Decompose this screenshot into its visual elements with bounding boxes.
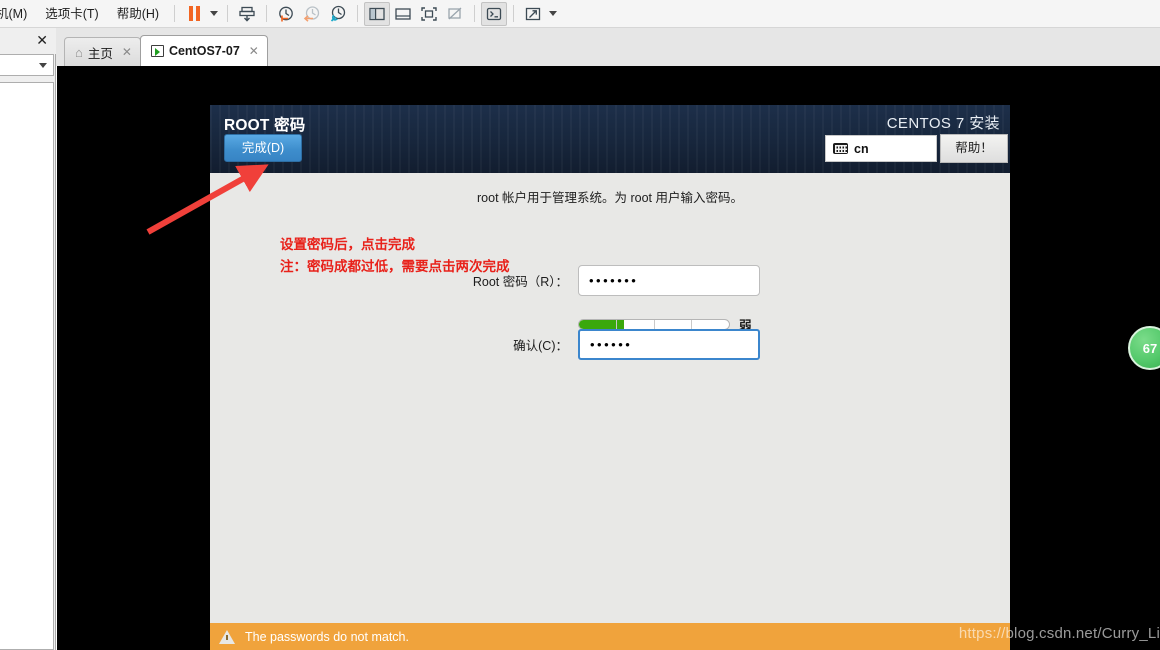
home-icon: ⌂: [75, 44, 83, 60]
confirm-password-row: 确认(C)： ••••••: [423, 329, 760, 360]
annotation-line-2: 注：密码成都过低，需要点击两次完成: [280, 259, 510, 274]
library-header: ✕: [0, 28, 56, 54]
root-password-input[interactable]: •••••••: [578, 265, 760, 296]
manage-snapshots-icon: [330, 5, 346, 22]
keyboard-icon: [833, 143, 848, 154]
manage-snapshots-button[interactable]: [325, 2, 351, 26]
stretch-dropdown-caret-icon: [549, 11, 558, 16]
stretch-dropdown-button[interactable]: [546, 2, 560, 26]
console-view-icon: [486, 7, 502, 20]
keyboard-layout-indicator[interactable]: cn: [825, 135, 937, 162]
pause-dropdown-caret-icon: [210, 11, 219, 16]
enter-fullscreen-icon: [421, 6, 437, 21]
confirm-password-label: 确认(C)：: [513, 339, 568, 353]
done-button[interactable]: 完成(D): [224, 134, 302, 162]
console-view-button[interactable]: [481, 1, 508, 26]
library-panel: ✕: [0, 28, 56, 650]
warning-bar: The passwords do not match.: [210, 623, 1010, 650]
show-library-panel-button[interactable]: [364, 1, 391, 26]
chevron-down-icon: [39, 63, 47, 68]
library-tree[interactable]: [0, 82, 54, 650]
toolbar-separator: [227, 5, 229, 22]
menu-help[interactable]: 帮助(H): [108, 0, 168, 27]
toolbar-separator: [474, 5, 476, 22]
toolbar-separator: [174, 5, 176, 22]
menu-tabs[interactable]: 选项卡(T): [36, 0, 107, 27]
screen-root: 机(M) 选项卡(T) 帮助(H): [0, 0, 1160, 650]
intro-text: root 帐户用于管理系统。为 root 用户输入密码。: [477, 191, 743, 205]
stretch-guest-icon: [525, 7, 541, 20]
snapshot-back-button[interactable]: [299, 2, 325, 26]
menu-virtual-machine[interactable]: 机(M): [0, 0, 36, 27]
installer-header: ROOT 密码 完成(D) CENTOS 7 安装 cn 帮助！: [210, 105, 1010, 173]
show-thumbnail-bar-button[interactable]: [390, 2, 416, 26]
keyboard-layout-label: cn: [854, 141, 869, 156]
toolbar-separator: [513, 5, 515, 22]
vm-display[interactable]: ROOT 密码 完成(D) CENTOS 7 安装 cn 帮助！ root 帐户…: [57, 66, 1160, 650]
page-title: ROOT 密码: [224, 117, 306, 134]
show-library-panel-icon: [369, 7, 385, 20]
tab-centos7-07-label: CentOS7-07: [168, 44, 240, 58]
pause-dropdown-button[interactable]: [207, 2, 221, 26]
unity-mode-icon: [448, 7, 462, 19]
revert-snapshot-icon: [279, 6, 293, 21]
watermark: https://blog.csdn.net/Curry_Li: [958, 625, 1160, 642]
help-button[interactable]: 帮助！: [940, 134, 1008, 163]
show-thumbnail-bar-icon: [395, 7, 411, 20]
take-snapshot-button[interactable]: [234, 2, 260, 26]
library-search-combo[interactable]: [0, 54, 54, 76]
centos-installer-window: ROOT 密码 完成(D) CENTOS 7 安装 cn 帮助！ root 帐户…: [210, 105, 1010, 650]
confirm-password-input[interactable]: ••••••: [578, 329, 760, 360]
revert-snapshot-button[interactable]: [273, 2, 299, 26]
take-snapshot-icon: [239, 6, 255, 22]
tab-home-close-icon[interactable]: ✕: [122, 45, 132, 59]
enter-fullscreen-button[interactable]: [416, 2, 442, 26]
library-close-icon[interactable]: ✕: [36, 32, 48, 48]
vmware-toolbar: 机(M) 选项卡(T) 帮助(H): [0, 0, 1160, 28]
warning-text: The passwords do not match.: [245, 629, 409, 644]
toolbar-separator: [357, 5, 359, 22]
snapshot-back-icon: [303, 5, 320, 22]
unity-mode-button[interactable]: [442, 2, 468, 26]
password-strength-ticks: [579, 320, 729, 329]
toolbar-separator: [266, 5, 268, 22]
tab-list: ⌂ 主页 ✕ CentOS7-07 ✕: [64, 28, 268, 66]
stretch-guest-button[interactable]: [520, 2, 546, 26]
tab-centos7-07[interactable]: CentOS7-07 ✕: [139, 35, 268, 66]
pause-button[interactable]: [181, 2, 207, 26]
warning-triangle-icon: [219, 629, 235, 644]
annotation-line-1: 设置密码后，点击完成: [280, 237, 415, 252]
vm-power-icon: [150, 45, 164, 57]
tab-centos7-07-close-icon[interactable]: ✕: [249, 44, 259, 58]
tab-home-label: 主页: [87, 46, 113, 61]
installer-brand: CENTOS 7 安装: [886, 115, 1000, 132]
pause-icon: [188, 6, 200, 21]
tab-home[interactable]: ⌂ 主页 ✕: [64, 37, 141, 66]
